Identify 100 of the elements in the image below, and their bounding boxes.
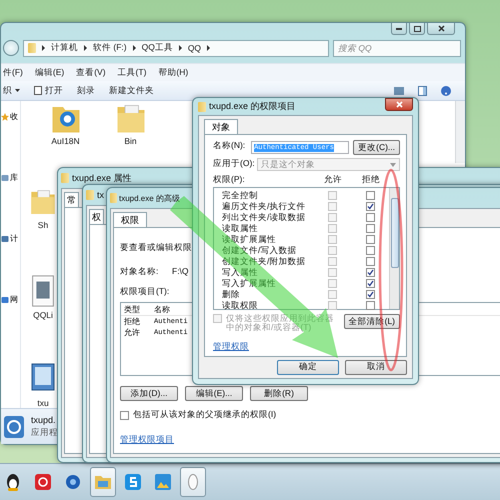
checkbox-label: 包括可从该对象的父项继承的权限(I): [133, 409, 276, 421]
toolbar-button[interactable]: 打开: [34, 84, 63, 96]
permissions-label: 权限(P):: [213, 174, 246, 186]
ok-button[interactable]: 确定: [277, 360, 339, 375]
scrollbar[interactable]: [389, 188, 399, 309]
dialog-title: txupd.exe 的权限项目: [209, 100, 296, 113]
deny-checkbox[interactable]: [366, 279, 374, 288]
breadcrumb[interactable]: 软件 (F:): [93, 42, 127, 54]
deny-checkbox[interactable]: [366, 224, 374, 233]
change-button[interactable]: 更改(C)...: [353, 140, 400, 155]
table-cell-text: 拒绝: [123, 316, 141, 327]
menu-item[interactable]: 查看(V): [76, 66, 106, 78]
permission-label: 创建文件/写入数据: [222, 245, 298, 257]
deny-checkbox[interactable]: [366, 301, 374, 310]
toolbar-button[interactable]: 新建文件夹: [109, 84, 154, 96]
tab[interactable]: 常: [64, 192, 79, 207]
permission-label: 完全控制: [222, 190, 259, 202]
close-button[interactable]: [427, 23, 455, 35]
allow-checkbox[interactable]: [328, 191, 336, 200]
nav-item[interactable]: 库: [1, 172, 20, 183]
document-icon: [34, 86, 42, 95]
allow-checkbox[interactable]: [328, 235, 336, 244]
nav-item[interactable]: 计: [1, 233, 20, 244]
file-item[interactable]: QQLi: [29, 266, 57, 320]
allow-checkbox[interactable]: [328, 301, 336, 310]
deny-checkbox[interactable]: [366, 191, 374, 200]
deny-checkbox[interactable]: [366, 202, 374, 211]
menu-item[interactable]: 编辑(E): [34, 66, 64, 78]
manage-link[interactable]: 管理权限项目: [120, 434, 174, 444]
file-item[interactable]: Sh: [29, 176, 57, 230]
tab[interactable]: 对象: [204, 119, 238, 134]
deny-checkbox[interactable]: [366, 268, 374, 277]
manage-link[interactable]: 管理权限: [213, 340, 249, 351]
deny-checkbox[interactable]: [366, 257, 374, 266]
nav-item[interactable]: 收: [1, 111, 20, 122]
file-item[interactable]: txu: [29, 354, 57, 408]
file-type: 应用程: [31, 426, 58, 438]
deny-checkbox[interactable]: [366, 246, 374, 255]
scrollbar[interactable]: [455, 101, 465, 163]
allow-checkbox[interactable]: [328, 290, 336, 299]
window-title: tx: [97, 190, 104, 200]
file-item[interactable]: AuI18N: [33, 101, 98, 146]
folder-icon: [28, 43, 36, 53]
allow-checkbox[interactable]: [328, 257, 336, 266]
object-name-label: 对象名称:: [120, 266, 160, 278]
minimize-button[interactable]: [391, 23, 407, 35]
permission-label: 写入属性: [222, 267, 259, 279]
library-icon: [1, 174, 9, 182]
dialog-button[interactable]: 编辑(E)...: [185, 386, 243, 401]
allow-checkbox[interactable]: [328, 202, 336, 211]
breadcrumb[interactable]: QQ工具: [142, 42, 173, 54]
deny-checkbox[interactable]: [366, 290, 374, 299]
apply-label: 应用于(O):: [213, 158, 253, 170]
dialog-button[interactable]: 删除(R): [250, 386, 308, 401]
app-icon: [65, 474, 81, 490]
file-icon: [30, 274, 56, 308]
dialog-button[interactable]: 添加(D)...: [120, 386, 178, 401]
search-field[interactable]: 搜索 QQ: [333, 40, 461, 56]
toolbar-button[interactable]: 刻录: [77, 84, 95, 96]
column-header[interactable]: 类型: [121, 304, 151, 314]
clear-all-button[interactable]: 全部清除(L): [344, 314, 400, 329]
menu-item[interactable]: 工具(T): [118, 66, 146, 78]
folder-icon: [86, 190, 94, 200]
view-icon: [394, 86, 404, 94]
app-icon: [3, 414, 25, 438]
window-title: txupd.exe 的高级: [119, 192, 180, 204]
file-item[interactable]: Bin: [98, 101, 163, 146]
star-icon: [1, 112, 9, 120]
breadcrumb[interactable]: 计算机: [51, 42, 78, 54]
tab[interactable]: 权: [89, 209, 104, 224]
nav-item[interactable]: 网: [1, 294, 20, 305]
maximize-button[interactable]: [409, 23, 425, 35]
allow-checkbox[interactable]: [328, 279, 336, 288]
permission-label: 写入扩展属性: [222, 278, 277, 290]
column-header[interactable]: 名称: [151, 304, 170, 314]
allow-checkbox[interactable]: [328, 246, 336, 255]
app-icon: [125, 474, 141, 490]
name-label: 名称(N):: [213, 140, 246, 152]
toolbar-button[interactable]: 织: [3, 84, 20, 96]
cancel-button[interactable]: 取消: [345, 360, 407, 375]
window-title: txupd.exe 属性: [72, 172, 132, 184]
breadcrumb[interactable]: QQ: [188, 43, 202, 53]
menu-item[interactable]: 件(F): [3, 66, 23, 78]
allow-checkbox[interactable]: [328, 268, 336, 277]
allow-checkbox[interactable]: [328, 224, 336, 233]
menu-item[interactable]: 帮助(H): [158, 66, 188, 78]
mouse-icon: [188, 474, 198, 490]
close-button[interactable]: [385, 98, 413, 111]
help-icon: [441, 86, 451, 96]
minimize-icon: [396, 28, 402, 30]
tab[interactable]: 权限: [113, 212, 147, 227]
object-name-value: F:\Q: [172, 266, 189, 276]
allow-checkbox[interactable]: [328, 213, 336, 222]
deny-checkbox[interactable]: [366, 235, 374, 244]
checkbox[interactable]: [120, 410, 129, 420]
file-name: txupd.: [31, 414, 56, 424]
back-button[interactable]: [3, 40, 19, 56]
address-bar[interactable]: 计算机 软件 (F:) QQ工具 QQ: [23, 40, 329, 56]
folder-icon: [198, 102, 206, 112]
deny-checkbox[interactable]: [366, 213, 374, 222]
